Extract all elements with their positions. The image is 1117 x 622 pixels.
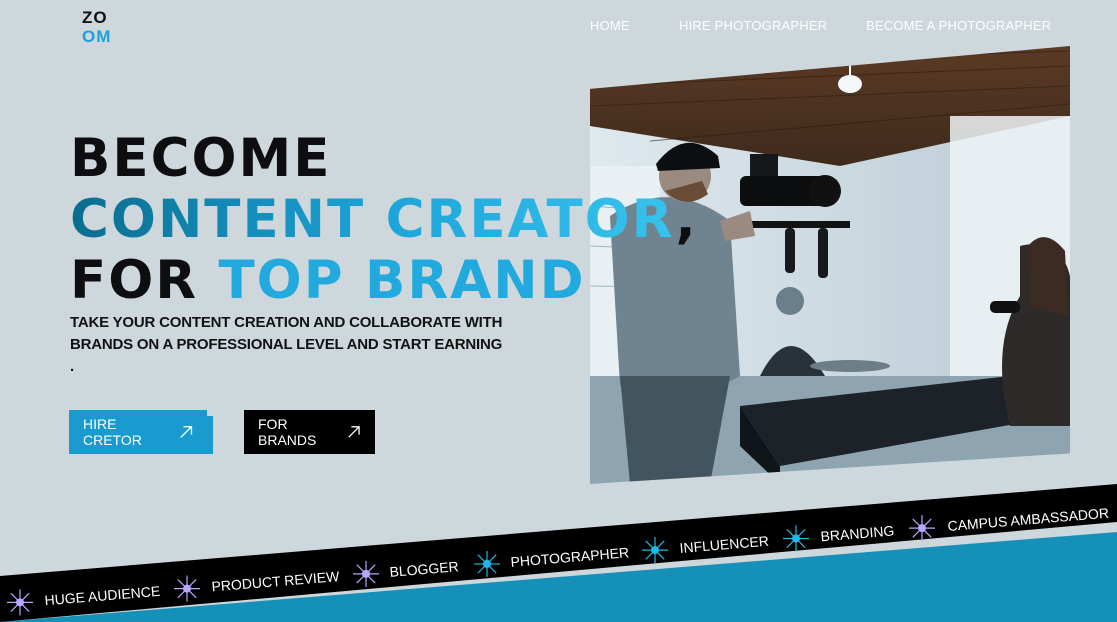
top-navigation: HOME HIRE PHOTOGRAPHER BECOME A PHOTOGRA… xyxy=(0,18,1117,38)
for-brands-button[interactable]: FOR BRANDS xyxy=(244,410,375,454)
skills-ticker: HUGE AUDIENCE PRODUCT REVIEW BLOGGER PHOTOG… xyxy=(0,482,1117,622)
nav-hire-photographer-link[interactable]: HIRE PHOTOGRAPHER xyxy=(679,18,827,33)
nav-become-photographer-link[interactable]: BECOME A PHOTOGRAPHER xyxy=(866,18,1051,33)
sparkle-icon xyxy=(783,525,809,552)
sparkle-icon xyxy=(642,537,668,564)
arrow-up-right-icon xyxy=(180,425,192,438)
headline-comma: , xyxy=(675,189,698,250)
sparkle-icon xyxy=(7,589,33,616)
hero-description: TAKE YOUR CONTENT CREATION AND COLLABORA… xyxy=(70,314,503,375)
headline-line-3-prefix: FOR xyxy=(70,250,199,311)
hire-creator-label: HIRE CRETOR xyxy=(83,416,142,448)
arrow-up-right-icon xyxy=(348,426,360,438)
headline-line-1: BECOME xyxy=(70,128,332,189)
sparkle-icon xyxy=(474,550,500,577)
sparkle-icon xyxy=(909,515,935,542)
headline-line-3-highlight: TOP BRAND xyxy=(218,250,586,311)
sparkle-icon xyxy=(174,575,200,602)
for-brands-label: FOR BRANDS xyxy=(258,416,317,448)
nav-home-link[interactable]: HOME xyxy=(590,18,630,33)
headline-line-2: CONTENT CREATOR xyxy=(70,189,676,250)
hero-headline: BECOME CONTENT CREATOR, FOR TOP BRAND xyxy=(70,128,698,311)
hire-creator-button[interactable]: HIRE CRETOR xyxy=(69,410,213,454)
sparkle-icon xyxy=(353,560,379,587)
